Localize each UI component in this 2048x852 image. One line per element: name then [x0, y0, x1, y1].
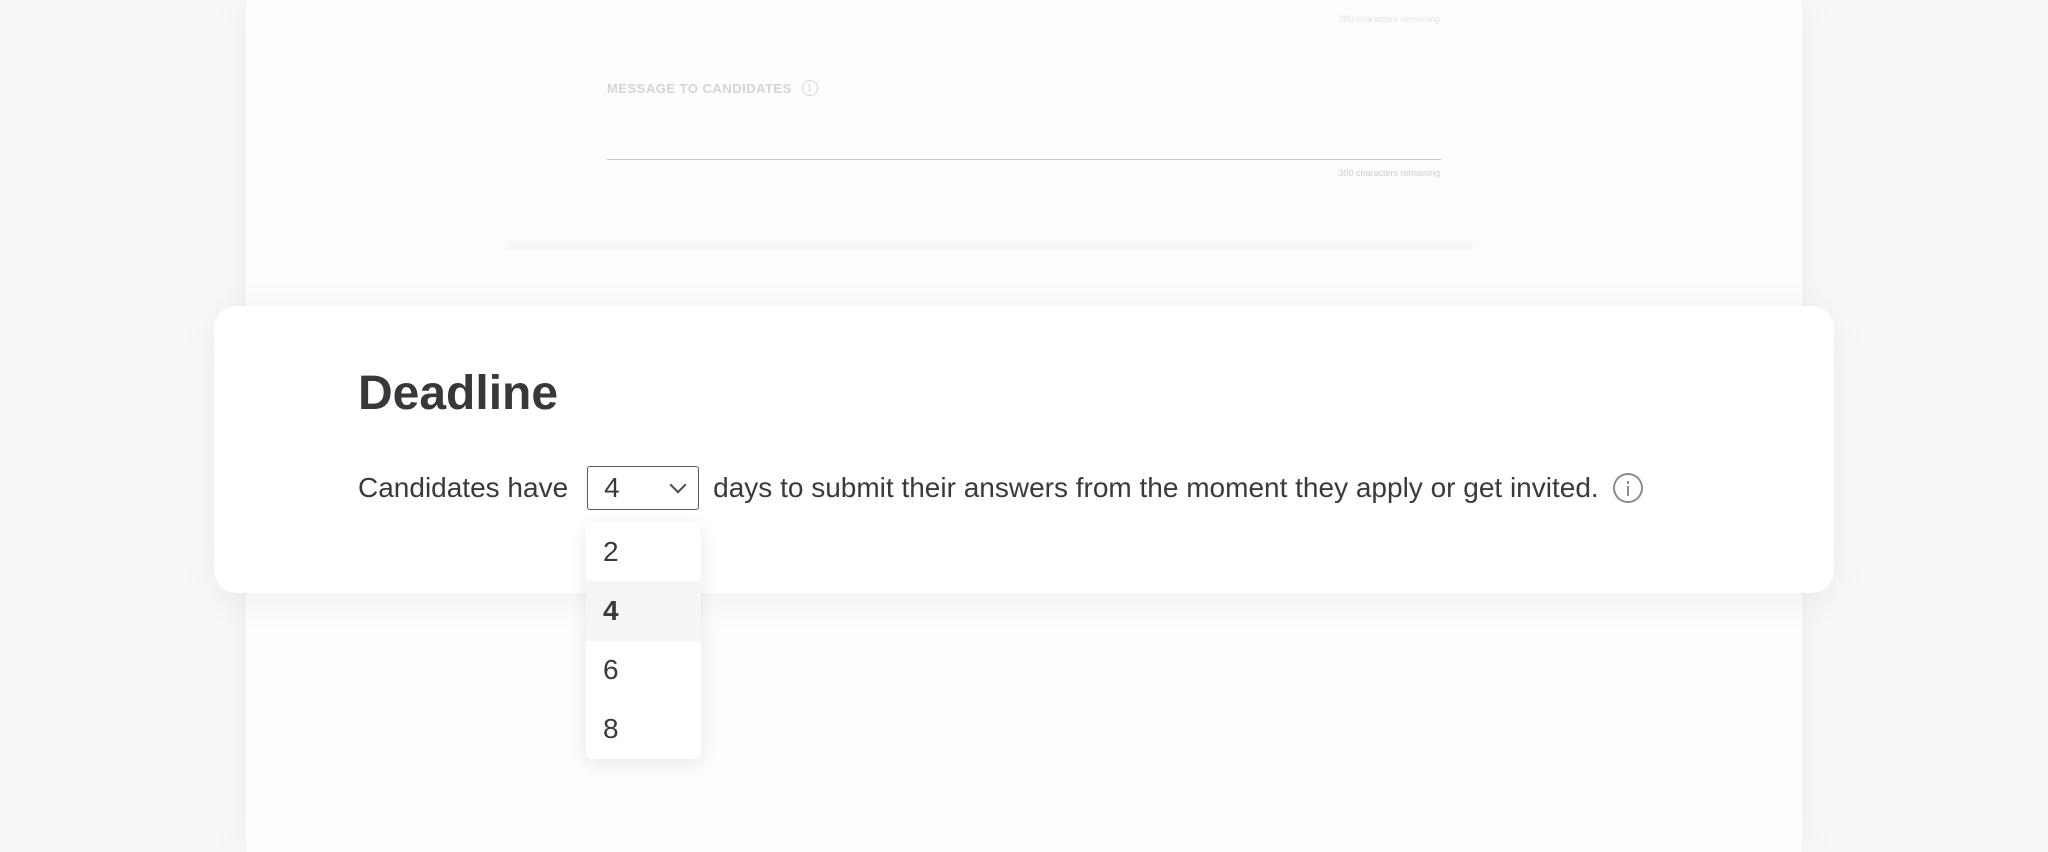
message-input-underline[interactable]: [607, 159, 1441, 160]
deadline-suffix-text: days to submit their answers from the mo…: [713, 472, 1599, 503]
dropdown-option-2[interactable]: 2: [586, 522, 701, 581]
days-select-value: 4: [604, 472, 620, 503]
message-char-remaining: 300 characters remaining: [1338, 168, 1440, 178]
message-label-text: MESSAGE TO CANDIDATES: [607, 80, 792, 96]
deadline-prefix-text: Candidates have: [358, 472, 569, 503]
message-info-icon: i: [801, 80, 818, 96]
dropdown-option-8[interactable]: 8: [586, 700, 701, 759]
deadline-card: Deadline Candidates have 4 days to submi…: [214, 306, 1834, 593]
info-icon[interactable]: [1612, 473, 1643, 503]
chevron-down-icon: [669, 476, 687, 494]
dropdown-option-6[interactable]: 6: [586, 641, 701, 700]
deadline-sentence: Candidates have 4 days to submit their a…: [358, 466, 1643, 510]
days-select[interactable]: 4: [587, 466, 700, 510]
message-to-candidates-label: MESSAGE TO CANDIDATES i: [607, 80, 818, 96]
deadline-title: Deadline: [358, 367, 559, 420]
days-dropdown-menu: 2 4 6 8: [586, 522, 701, 759]
dropdown-option-4[interactable]: 4: [586, 581, 701, 641]
section-divider: [505, 240, 1473, 250]
top-char-remaining-hint: 300 characters remaining: [1338, 14, 1440, 24]
